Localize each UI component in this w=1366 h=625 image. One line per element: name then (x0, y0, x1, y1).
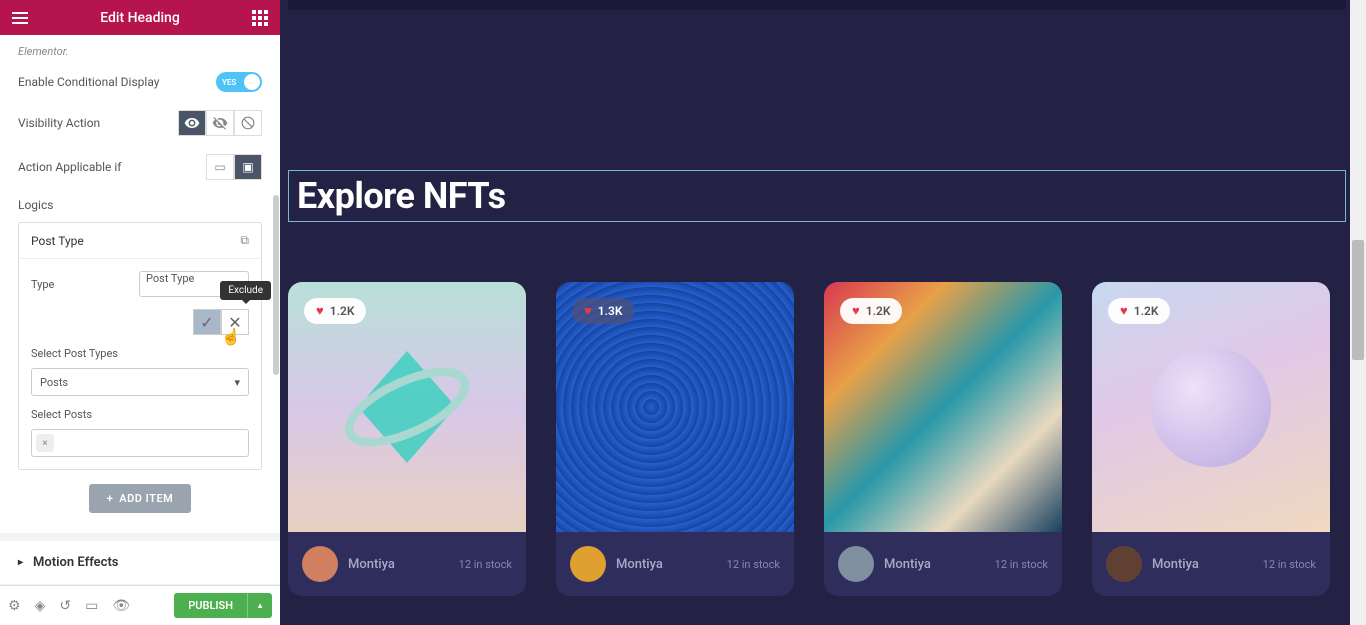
section-divider (0, 533, 280, 541)
planet-graphic (1151, 347, 1271, 467)
nft-footer: Montiya 12 in stock (1092, 532, 1330, 596)
enable-conditional-label: Enable Conditional Display (18, 75, 159, 89)
nft-card[interactable]: ♥1.2K Montiya 12 in stock (1092, 282, 1330, 596)
applicable-any-icon[interactable]: ▣ (234, 154, 262, 180)
menu-icon[interactable] (12, 12, 28, 24)
nft-footer: Montiya 12 in stock (288, 532, 526, 596)
duplicate-icon[interactable]: ⧉ (240, 233, 249, 248)
select-posts-input[interactable]: × (31, 429, 249, 457)
include-exclude-row: Exclude ✓ ✕☝ (31, 309, 249, 335)
enable-conditional-toggle[interactable]: YES (216, 72, 262, 92)
stock-label: 12 in stock (727, 558, 780, 571)
section-handle[interactable] (288, 0, 1346, 10)
nft-card[interactable]: ♥1.2K Montiya 12 in stock (288, 282, 526, 596)
nft-footer: Montiya 12 in stock (824, 532, 1062, 596)
section-divider (0, 584, 280, 585)
repeater-body: Type Post Type Exclude ✓ ✕☝ Select Post … (19, 258, 261, 469)
diamond-graphic (337, 337, 477, 477)
action-applicable-choices: ▭ ▣ (206, 154, 262, 180)
publish-options-button[interactable]: ▲ (247, 593, 272, 618)
avatar (838, 546, 874, 582)
stock-label: 12 in stock (1263, 558, 1316, 571)
avatar (1106, 546, 1142, 582)
help-text: Elementor. (18, 45, 262, 58)
nft-card[interactable]: ♥1.3K Montiya 12 in stock (556, 282, 794, 596)
avatar (302, 546, 338, 582)
like-badge[interactable]: ♥1.2K (1108, 298, 1170, 324)
page-heading-widget[interactable]: Explore NFTs (288, 170, 1346, 222)
publish-group: PUBLISH ▲ (174, 593, 272, 618)
plus-icon: + (107, 492, 114, 505)
nft-image: ♥1.2K (288, 282, 526, 532)
nft-grid: ♥1.2K Montiya 12 in stock ♥1.3K Montiya … (288, 282, 1346, 596)
like-badge[interactable]: ♥1.2K (840, 298, 902, 324)
heart-icon: ♥ (584, 303, 592, 319)
select-posts-label: Select Posts (31, 408, 249, 421)
sidebar-footer: ⚙ ◈ ↺ ▭ 👁 PUBLISH ▲ (0, 585, 280, 625)
cursor-icon: ☝ (221, 327, 241, 346)
heart-icon: ♥ (852, 303, 860, 319)
chevron-right-icon: ▸ (18, 557, 23, 568)
logics-label: Logics (18, 198, 262, 212)
nft-image: ♥1.3K (556, 282, 794, 532)
post-types-select[interactable]: Posts ▾ (31, 368, 249, 396)
include-exclude-toggle: Exclude ✓ ✕☝ (193, 309, 249, 335)
like-badge[interactable]: ♥1.3K (572, 298, 634, 324)
exclude-tooltip: Exclude (220, 281, 271, 300)
author-name: Montiya (1152, 557, 1199, 572)
visibility-action-label: Visibility Action (18, 116, 100, 130)
visibility-show-icon[interactable] (178, 110, 206, 136)
settings-icon[interactable]: ⚙ (8, 598, 21, 614)
responsive-icon[interactable]: ▭ (85, 598, 98, 614)
action-applicable-row: Action Applicable if ▭ ▣ (18, 154, 262, 180)
preview-scrollbar[interactable] (1350, 0, 1366, 625)
heart-icon: ♥ (1120, 303, 1128, 319)
author-name: Montiya (616, 557, 663, 572)
nft-image: ♥1.2K (824, 282, 1062, 532)
visibility-none-icon[interactable] (234, 110, 262, 136)
enable-conditional-row: Enable Conditional Display YES (18, 72, 262, 92)
chevron-down-icon: ▾ (234, 376, 240, 389)
add-item-button[interactable]: + ADD ITEM (89, 484, 192, 513)
logic-repeater-item: Post Type ⧉ Type Post Type Exclude ✓ ✕☝ … (18, 222, 262, 470)
type-label: Type (31, 278, 54, 291)
exclude-button[interactable]: ✕☝ (221, 309, 249, 335)
applicable-all-icon[interactable]: ▭ (206, 154, 234, 180)
avatar (570, 546, 606, 582)
apps-icon[interactable] (252, 10, 268, 26)
editor-sidebar: Edit Heading Elementor. Enable Condition… (0, 0, 280, 625)
include-button[interactable]: ✓ (193, 309, 221, 335)
publish-button[interactable]: PUBLISH (174, 593, 247, 618)
like-badge[interactable]: ♥1.2K (304, 298, 366, 324)
panel-title: Edit Heading (100, 10, 180, 26)
repeater-header[interactable]: Post Type ⧉ (19, 223, 261, 258)
type-field-row: Type Post Type (31, 271, 249, 297)
visibility-action-choices (178, 110, 262, 136)
sidebar-scrollbar[interactable] (272, 35, 280, 585)
heart-icon: ♥ (316, 303, 324, 319)
sidebar-header: Edit Heading (0, 0, 280, 35)
repeater-title: Post Type (31, 234, 84, 248)
author-name: Montiya (884, 557, 931, 572)
motion-effects-section[interactable]: ▸ Motion Effects (18, 541, 262, 584)
visibility-action-row: Visibility Action (18, 110, 262, 136)
preview-canvas: Explore NFTs ♥1.2K Montiya 12 in stock ♥… (280, 0, 1366, 625)
history-icon[interactable]: ↺ (59, 598, 71, 614)
stock-label: 12 in stock (459, 558, 512, 571)
select-post-types-label: Select Post Types (31, 347, 249, 360)
navigator-icon[interactable]: ◈ (35, 598, 46, 614)
sidebar-content: Elementor. Enable Conditional Display YE… (0, 35, 280, 585)
nft-footer: Montiya 12 in stock (556, 532, 794, 596)
author-name: Montiya (348, 557, 395, 572)
tag-remove-icon[interactable]: × (36, 434, 54, 452)
visibility-hide-icon[interactable] (206, 110, 234, 136)
nft-image: ♥1.2K (1092, 282, 1330, 532)
nft-card[interactable]: ♥1.2K Montiya 12 in stock (824, 282, 1062, 596)
preview-icon[interactable]: 👁 (112, 598, 130, 614)
action-applicable-label: Action Applicable if (18, 160, 121, 174)
stock-label: 12 in stock (995, 558, 1048, 571)
